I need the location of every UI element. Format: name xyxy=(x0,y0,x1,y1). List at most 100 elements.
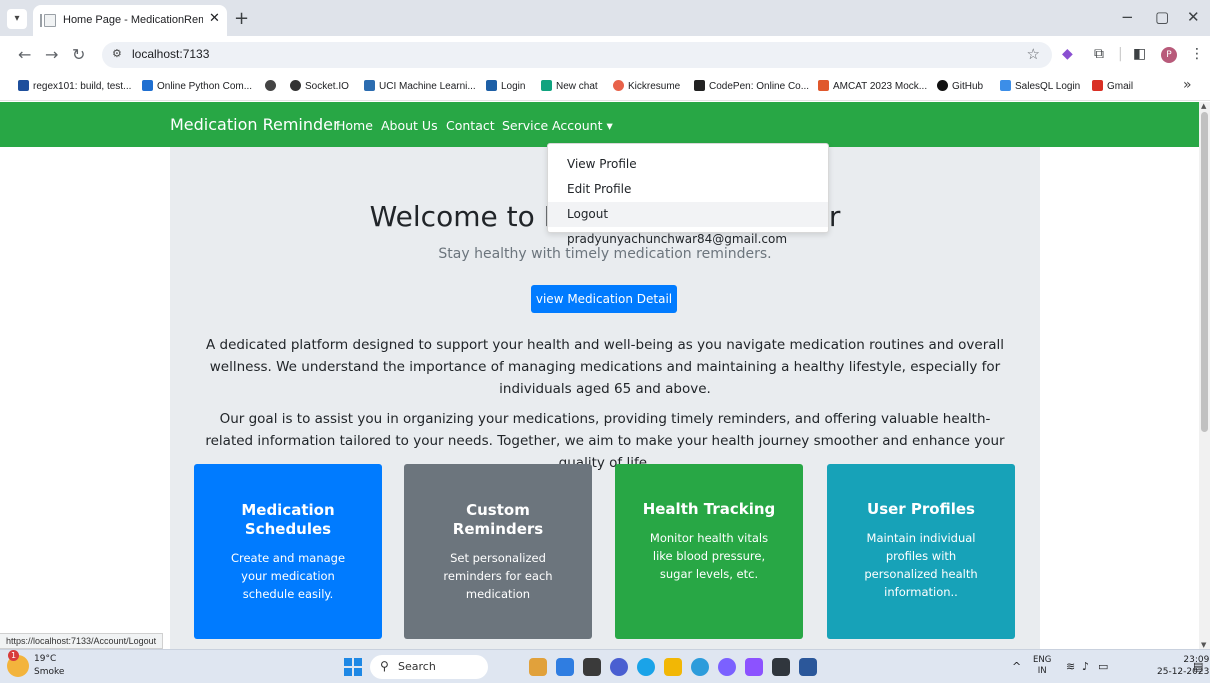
site-info-icon[interactable]: ⚙ xyxy=(112,47,122,60)
bookmark-item[interactable] xyxy=(265,80,280,92)
bookmark-item[interactable]: Login xyxy=(486,80,525,92)
tray-overflow-chevron-icon[interactable]: ^ xyxy=(1012,660,1021,673)
card-text: Monitor health vitals like blood pressur… xyxy=(649,531,769,581)
uci-icon xyxy=(364,80,375,91)
browser-tab-strip: ▾ Home Page - MedicationRemin ✕ + − ▢ ✕ xyxy=(0,0,1210,36)
scroll-up-arrow-icon[interactable]: ▲ xyxy=(1201,102,1206,110)
tab-close-icon[interactable]: ✕ xyxy=(209,11,220,26)
card-title: Medication Schedules xyxy=(241,501,335,538)
bookmark-item[interactable]: Gmail xyxy=(1092,80,1133,92)
nav-link-home[interactable]: Home xyxy=(336,118,373,133)
bookmark-item[interactable]: New chat xyxy=(541,80,598,92)
codepen-icon xyxy=(694,80,705,91)
feature-card-health-tracking: Health Tracking Monitor health vitals li… xyxy=(615,464,803,639)
bookmark-item[interactable]: Online Python Com... xyxy=(142,80,252,92)
tab-title: Home Page - MedicationRemin xyxy=(63,14,203,26)
reload-icon[interactable]: ↻ xyxy=(72,45,85,64)
back-arrow-icon[interactable]: ← xyxy=(18,45,31,64)
taskbar-app-visual-studio-icon[interactable] xyxy=(745,658,763,676)
taskbar-app-file-explorer-icon[interactable] xyxy=(664,658,682,676)
taskbar-app-edge-icon[interactable] xyxy=(637,658,655,676)
amcat-icon xyxy=(818,80,829,91)
browser-tab-active[interactable]: Home Page - MedicationRemin ✕ xyxy=(33,5,227,36)
dropdown-item-logout[interactable]: Logout pradyunyachunchwar84@gmail.com xyxy=(548,202,828,246)
taskbar-app-chat-icon[interactable] xyxy=(556,658,574,676)
taskbar-app-chrome-icon[interactable] xyxy=(691,658,709,676)
extensions-puzzle-icon[interactable]: ⧉ xyxy=(1094,46,1104,62)
taskbar-app-word-icon[interactable] xyxy=(799,658,817,676)
bookmarks-bar: regex101: build, test... Online Python C… xyxy=(0,74,1210,101)
browser-menu-kebab-icon[interactable]: ⋮ xyxy=(1190,46,1204,62)
nav-link-contact[interactable]: Contact xyxy=(446,118,495,133)
language-region: IN xyxy=(1037,666,1047,676)
bookmark-star-icon[interactable]: ☆ xyxy=(1027,45,1040,63)
view-medication-detail-button[interactable]: view Medication Detail xyxy=(531,285,677,313)
bookmark-item[interactable]: Socket.IO xyxy=(290,80,349,92)
profile-avatar[interactable]: P xyxy=(1161,47,1177,63)
bookmarks-overflow-chevron-icon[interactable]: » xyxy=(1183,77,1192,93)
dropdown-item-view-profile[interactable]: View Profile xyxy=(548,152,828,177)
bookmark-item[interactable]: CodePen: Online Co... xyxy=(694,80,809,92)
bookmark-item[interactable]: Kickresume xyxy=(613,80,680,92)
notification-bell-icon[interactable]: ▤ xyxy=(1193,660,1203,673)
salesql-icon xyxy=(1000,80,1011,91)
forward-arrow-icon[interactable]: → xyxy=(45,45,58,64)
extension-copilot-icon[interactable]: ◆ xyxy=(1062,46,1073,62)
address-bar-url[interactable]: localhost:7133 xyxy=(132,47,209,61)
kickresume-icon xyxy=(613,80,624,91)
scrollbar-thumb[interactable] xyxy=(1201,112,1208,432)
taskbar-app-discord-icon[interactable] xyxy=(610,658,628,676)
side-panel-icon[interactable]: ◧ xyxy=(1133,46,1146,62)
taskbar-app-widgets-icon[interactable] xyxy=(529,658,547,676)
socketio-icon xyxy=(290,80,301,91)
restore-window-button[interactable]: ▢ xyxy=(1155,8,1169,26)
card-title: User Profiles xyxy=(867,500,975,518)
volume-icon[interactable]: ♪ xyxy=(1082,660,1089,673)
page-viewport: Medication Reminder Home About Us Contac… xyxy=(0,102,1199,649)
gmail-icon xyxy=(1092,80,1103,91)
language-indicator[interactable]: ENG IN xyxy=(1033,655,1051,677)
taskbar-search-label: Search xyxy=(398,660,436,673)
nav-link-about-us[interactable]: About Us xyxy=(381,118,438,133)
weather-condition[interactable]: Smoke xyxy=(34,667,64,677)
taskbar-search-box[interactable]: ⚲ Search xyxy=(370,655,488,679)
toolbar-divider: | xyxy=(1118,46,1123,62)
weather-temperature[interactable]: 19°C xyxy=(34,654,56,664)
page-favicon-icon xyxy=(40,14,56,27)
card-title: Custom Reminders xyxy=(452,501,544,538)
bookmark-item[interactable]: UCI Machine Learni... xyxy=(364,80,476,92)
close-window-button[interactable]: ✕ xyxy=(1187,8,1200,26)
taskbar-app-terminal-icon[interactable] xyxy=(583,658,601,676)
login-icon xyxy=(486,80,497,91)
scroll-down-arrow-icon[interactable]: ▼ xyxy=(1201,641,1206,649)
hero-paragraph-intro: A dedicated platform designed to support… xyxy=(205,337,1005,397)
windows-start-icon[interactable] xyxy=(344,658,362,676)
regex101-icon xyxy=(18,80,29,91)
browser-toolbar: ← → ↻ ⚙ localhost:7133 ☆ ◆ ⧉ | ◧ P ⋮ xyxy=(0,36,1210,74)
link-status-url: https://localhost:7133/Account/Logout xyxy=(0,633,164,649)
nav-link-account-dropdown[interactable]: Account ▾ xyxy=(552,118,613,133)
card-text: Maintain individual profiles with person… xyxy=(864,531,978,599)
navbar-brand[interactable]: Medication Reminder xyxy=(170,115,340,134)
nav-link-service[interactable]: Service xyxy=(502,118,548,133)
page-scrollbar[interactable]: ▲ ▼ xyxy=(1199,102,1210,649)
minimize-window-button[interactable]: − xyxy=(1121,8,1134,26)
tab-search-chevron-icon[interactable]: ▾ xyxy=(7,9,27,29)
bookmark-item[interactable]: GitHub xyxy=(937,80,983,92)
dropdown-item-edit-profile[interactable]: Edit Profile xyxy=(548,177,828,202)
bookmark-item[interactable]: regex101: build, test... xyxy=(18,80,131,92)
wifi-icon[interactable]: ≋ xyxy=(1066,660,1075,673)
bookmark-item[interactable]: AMCAT 2023 Mock... xyxy=(818,80,927,92)
battery-icon[interactable]: ▭ xyxy=(1098,660,1108,673)
feature-card-medication-schedules: Medication Schedules Create and manage y… xyxy=(194,464,382,639)
globe-icon xyxy=(265,80,276,91)
language-code: ENG xyxy=(1033,655,1052,665)
feature-card-user-profiles: User Profiles Maintain individual profil… xyxy=(827,464,1015,639)
address-bar[interactable]: ⚙ localhost:7133 ☆ xyxy=(102,42,1052,68)
new-tab-button[interactable]: + xyxy=(234,8,249,29)
taskbar-app-chrome-profile-icon[interactable] xyxy=(718,658,736,676)
taskbar-app-cmd-icon[interactable] xyxy=(772,658,790,676)
windows-taskbar: 1 19°C Smoke ⚲ Search ^ ENG IN ≋ ♪ ▭ 23:… xyxy=(0,649,1210,683)
feature-card-custom-reminders: Custom Reminders Set personalized remind… xyxy=(404,464,592,639)
bookmark-item[interactable]: SalesQL Login xyxy=(1000,80,1080,92)
